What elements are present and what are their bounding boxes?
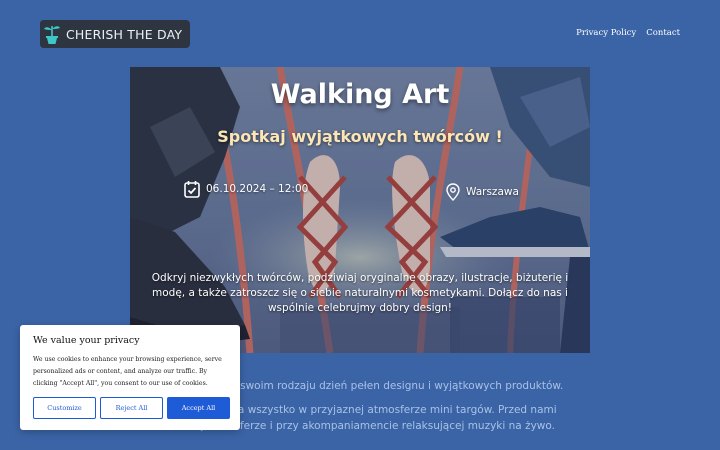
- event-location: Warszawa: [446, 183, 519, 201]
- calendar-check-icon: [184, 181, 200, 198]
- map-pin-icon: [446, 183, 460, 201]
- reject-all-button[interactable]: Reject All: [100, 397, 163, 419]
- customize-button[interactable]: Customize: [33, 397, 96, 419]
- event-date-text: 06.10.2024 – 12:00: [206, 183, 309, 195]
- cookie-title: We value your privacy: [33, 335, 140, 346]
- cookie-text: We use cookies to enhance your browsing …: [33, 356, 222, 387]
- intro-paragraph-2-line-1: piracji, a wszystko w przyjaznej atmosfe…: [199, 404, 557, 416]
- logo-text: CHERISH THE DAY: [66, 26, 183, 42]
- event-date: 06.10.2024 – 12:00: [184, 180, 308, 198]
- hero-banner: Walking Art Spotkaj wyjątkowych twórców …: [130, 67, 590, 353]
- site-header: CHERISH THE DAY Privacy Policy Contact: [0, 0, 720, 66]
- cookie-consent-banner: We value your privacy We use cookies to …: [20, 325, 240, 430]
- nav-link-contact[interactable]: Contact: [646, 28, 680, 38]
- nav-link-privacy-policy[interactable]: Privacy Policy: [576, 28, 636, 38]
- plant-pot-logo-icon: [40, 20, 64, 48]
- event-title: Walking Art: [270, 79, 450, 110]
- cookie-buttons: Customize Reject All Accept All: [33, 397, 230, 419]
- event-location-text: Warszawa: [466, 186, 519, 198]
- accept-all-button[interactable]: Accept All: [167, 397, 230, 419]
- site-logo[interactable]: CHERISH THE DAY: [40, 20, 190, 48]
- event-description: Odkryj niezwykłych twórców, podziwiaj or…: [151, 272, 569, 314]
- top-nav: Privacy Policy Contact: [576, 28, 680, 38]
- intro-paragraph-2-line-2: j atmosferze i przy akompaniamencie rela…: [201, 420, 555, 432]
- event-subtitle: Spotkaj wyjątkowych twórców !: [217, 127, 503, 146]
